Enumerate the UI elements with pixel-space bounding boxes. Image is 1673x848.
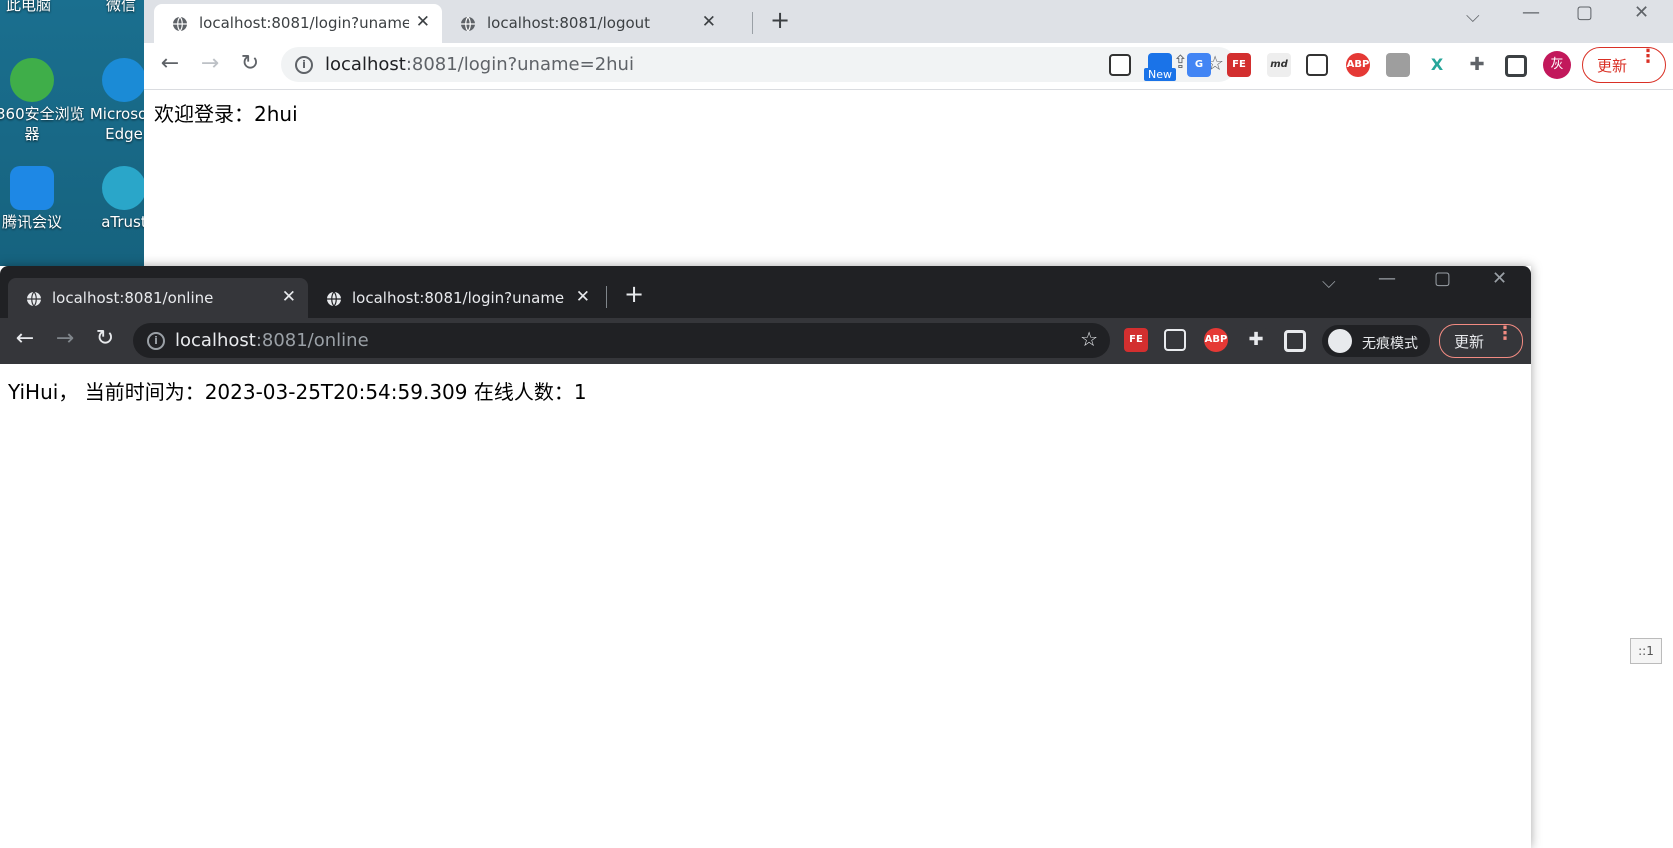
reload-icon[interactable]: ↻ [91, 326, 119, 351]
fe-icon[interactable]: FE [1227, 53, 1251, 77]
desktop-top-label-computer[interactable]: 此电脑 [6, 0, 51, 15]
side-panel-icon[interactable] [1284, 330, 1306, 352]
globe-icon [173, 16, 187, 32]
edge-icon [102, 58, 146, 102]
menu-dots-icon[interactable]: ⋮ [1496, 325, 1514, 343]
qr-scan-icon[interactable] [1164, 329, 1186, 351]
close-icon[interactable]: ✕ [576, 287, 590, 307]
close-icon[interactable]: ✕ [282, 287, 296, 307]
tab-login-yihui[interactable]: localhost:8081/login?uname=YiHui ✕ [308, 278, 602, 318]
tab-title: localhost:8081/login?uname=2hui [199, 14, 409, 32]
new-tab-button[interactable]: + [624, 280, 644, 308]
back-icon[interactable]: ← [11, 326, 39, 351]
extensions-icon[interactable]: ✚ [1465, 53, 1489, 77]
desktop-icon-label: 器 [24, 125, 40, 143]
abp-icon[interactable]: ABP [1346, 53, 1370, 77]
360-browser-icon [10, 58, 54, 102]
desktop-icon-tencent-meeting[interactable]: 腾讯会议 [0, 166, 68, 232]
extensions-icon[interactable]: ✚ [1244, 328, 1268, 352]
tab-strip: localhost:8081/login?uname=2hui ✕ localh… [144, 0, 1673, 43]
reload-icon[interactable]: ↻ [236, 51, 264, 76]
maximize-icon[interactable]: ▢ [1576, 2, 1593, 23]
update-button[interactable]: 更新 ⋮ [1439, 324, 1523, 358]
tab-title: localhost:8081/online [52, 289, 214, 307]
desktop-icon-360-browser[interactable]: 360安全浏览 器 [0, 58, 85, 144]
side-panel-icon[interactable] [1505, 55, 1527, 77]
incognito-label: 无痕模式 [1362, 336, 1418, 352]
info-icon[interactable]: i [147, 332, 165, 350]
desktop-top-label-wechat[interactable]: 微信 [106, 0, 136, 15]
new-tab-button[interactable]: + [770, 6, 790, 34]
tab-title: localhost:8081/logout [487, 14, 651, 32]
abp-icon[interactable]: ABP [1204, 328, 1228, 352]
menu-dots-icon[interactable]: ⋮ [1639, 48, 1657, 66]
maximize-icon[interactable]: ▢ [1434, 268, 1451, 289]
corner-tag: ::1 [1630, 638, 1662, 664]
page-welcome-text: 欢迎登录：2hui [154, 102, 298, 126]
close-window-icon[interactable]: ✕ [1634, 2, 1649, 23]
atrust-icon [102, 166, 146, 210]
bookmark-star-icon[interactable]: ☆ [1080, 327, 1098, 351]
desktop-icon-label: 腾讯会议 [1, 213, 62, 231]
tab-separator [752, 12, 753, 34]
update-label: 更新 [1597, 57, 1628, 75]
globe-icon [327, 291, 341, 307]
qr-icon[interactable] [1109, 54, 1131, 76]
forward-icon[interactable]: → [196, 51, 224, 76]
minimize-icon[interactable]: — [1378, 268, 1396, 289]
x-icon[interactable]: X [1425, 53, 1449, 77]
globe-icon [461, 16, 475, 32]
close-window-icon[interactable]: ✕ [1492, 268, 1507, 289]
address-bar[interactable]: i localhost:8081/login?uname=2hui ⇪ ☆ [281, 47, 1236, 82]
back-icon[interactable]: ← [156, 51, 184, 76]
address-bar[interactable]: i localhost:8081/online ☆ [133, 323, 1110, 358]
tab-logout[interactable]: localhost:8081/logout ✕ [442, 4, 728, 43]
toolbar: ← → ↻ i localhost:8081/online ☆ FE ABP ✚… [0, 318, 1531, 364]
tab-online[interactable]: localhost:8081/online ✕ [8, 278, 308, 318]
incognito-icon [1328, 329, 1352, 353]
page-online-text: YiHui， 当前时间为：2023-03-25T20:54:59.309 在线人… [8, 380, 587, 404]
translate-icon[interactable]: G [1187, 53, 1211, 77]
update-button[interactable]: 更新 ⋮ [1582, 47, 1666, 83]
globe-icon [27, 291, 41, 307]
incognito-indicator[interactable]: 无痕模式 [1322, 325, 1430, 357]
fe-icon[interactable]: FE [1124, 328, 1148, 352]
forward-icon[interactable]: → [51, 326, 79, 351]
tencent-meeting-icon [10, 166, 54, 210]
qr-scan-icon[interactable] [1306, 54, 1328, 76]
md-icon[interactable]: md [1267, 53, 1291, 77]
tab-strip: localhost:8081/online ✕ localhost:8081/l… [0, 266, 1531, 318]
browser-window-incognito: localhost:8081/online ✕ localhost:8081/l… [0, 266, 1531, 848]
info-icon[interactable]: i [295, 56, 313, 74]
avatar[interactable]: 灰 [1543, 51, 1571, 79]
minimize-icon[interactable]: — [1522, 2, 1540, 23]
tab-separator [606, 286, 607, 308]
tab-search-icon[interactable]: ⌵ [1466, 6, 1480, 27]
update-label: 更新 [1454, 333, 1485, 351]
toolbar: ← → ↻ i localhost:8081/login?uname=2hui … [144, 43, 1673, 90]
close-icon[interactable]: ✕ [416, 12, 430, 32]
new-badge: New [1144, 68, 1176, 81]
desktop-icon-label: 360安全浏览 [0, 105, 85, 123]
close-icon[interactable]: ✕ [702, 12, 716, 32]
address-url[interactable]: localhost:8081/login?uname=2hui [325, 54, 634, 75]
tab-login[interactable]: localhost:8081/login?uname=2hui ✕ [154, 4, 442, 43]
address-url[interactable]: localhost:8081/online [175, 330, 369, 351]
tab-search-icon[interactable]: ⌵ [1322, 272, 1336, 293]
puzzle-share-icon[interactable] [1386, 53, 1410, 77]
tab-title: localhost:8081/login?uname=YiHui [352, 289, 564, 307]
